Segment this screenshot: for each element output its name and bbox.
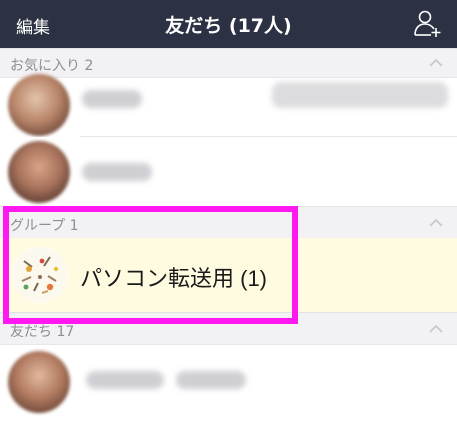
- section-groups-label: グループ 1: [10, 218, 79, 234]
- section-favorites[interactable]: お気に入り 2: [0, 48, 457, 78]
- chevron-up-icon[interactable]: [429, 58, 443, 68]
- blurred-name: [86, 371, 164, 389]
- friend-row[interactable]: [0, 345, 457, 423]
- blurred-name: [82, 163, 152, 181]
- avatar: [8, 141, 70, 203]
- group-avatar-illustration-icon: [13, 248, 67, 302]
- section-groups[interactable]: グループ 1: [0, 206, 457, 239]
- chevron-up-icon[interactable]: [429, 218, 443, 228]
- blurred-name: [82, 90, 142, 108]
- friend-row[interactable]: [0, 74, 457, 136]
- page-title-text: 友だち (17人): [165, 15, 292, 37]
- section-friends-label: 友だち 17: [10, 324, 75, 340]
- add-friend-icon: [414, 10, 441, 37]
- group-name: パソコン転送用 (1): [80, 266, 268, 291]
- blurred-status: [272, 82, 448, 108]
- section-friends[interactable]: 友だち 17: [0, 312, 457, 345]
- section-favorites-label: お気に入り 2: [10, 58, 94, 74]
- chevron-up-icon[interactable]: [429, 324, 443, 334]
- avatar: [8, 351, 70, 413]
- page-title: 友だち (17人): [0, 11, 457, 38]
- nav-header: 編集 友だち (17人): [0, 0, 457, 48]
- add-friend-button[interactable]: [413, 8, 443, 38]
- friend-row[interactable]: [0, 137, 457, 205]
- group-row[interactable]: パソコン転送用 (1): [0, 238, 457, 312]
- group-avatar: [12, 247, 68, 303]
- avatar: [8, 74, 70, 136]
- blurred-name: [176, 371, 246, 389]
